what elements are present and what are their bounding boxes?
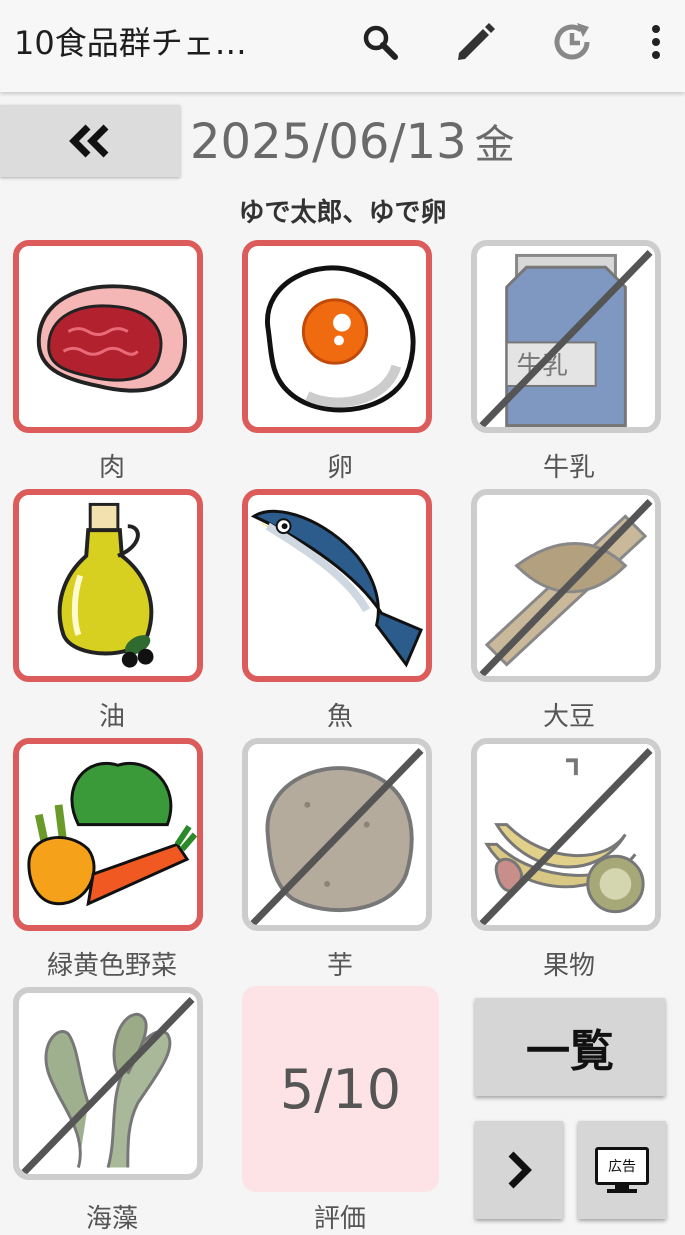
food-tile-soybean[interactable] (471, 489, 661, 682)
fruit-icon (479, 748, 653, 925)
prev-day-button[interactable] (0, 105, 180, 177)
food-label-egg: 卵 (326, 453, 353, 483)
oil-bottle-icon (57, 502, 154, 668)
food-tile-oil[interactable] (13, 489, 203, 682)
food-label-seaweed: 海藻 (85, 1204, 138, 1234)
potato-icon (250, 748, 424, 925)
food-tile-fish[interactable] (242, 489, 432, 682)
food-label-milk: 牛乳 (542, 453, 595, 483)
edit-pencil-icon[interactable] (448, 14, 504, 70)
food-tile-vegetables[interactable] (13, 738, 203, 931)
ad-text: 広告 (595, 1147, 649, 1185)
date-display[interactable]: 2025/06/13 金 (190, 112, 515, 170)
chevron-right-icon (508, 1151, 532, 1189)
vegetables-icon (27, 762, 197, 907)
food-label-fruit: 果物 (542, 951, 595, 981)
fish-icon (250, 509, 424, 668)
seaweed-icon (21, 997, 195, 1174)
natto-soybean-icon (479, 499, 653, 676)
date-value: 2025/06/13 (190, 114, 467, 170)
food-label-soybean: 大豆 (542, 702, 595, 732)
app-bar: 10食品群チェ… (0, 0, 685, 92)
list-button[interactable]: 一覧 (475, 998, 665, 1096)
food-tile-fruit[interactable] (471, 738, 661, 931)
food-label-oil: 油 (98, 702, 125, 732)
food-tile-meat[interactable] (13, 240, 203, 433)
egg-icon (265, 265, 416, 413)
double-chevron-left-icon (69, 124, 109, 158)
food-label-potato: 芋 (326, 951, 353, 981)
meat-icon (36, 284, 187, 393)
app-title: 10食品群チェ… (14, 24, 247, 62)
score-display: 5/10 (242, 986, 439, 1192)
search-icon[interactable] (352, 14, 408, 70)
meal-summary: ゆで太郎、ゆで卵 (238, 198, 447, 228)
more-vert-icon[interactable] (630, 14, 682, 70)
food-label-meat: 肉 (98, 453, 125, 483)
food-tile-potato[interactable] (242, 738, 432, 931)
milk-icon: 牛乳 (479, 250, 653, 427)
ad-button[interactable]: 広告 (578, 1121, 666, 1219)
next-day-button[interactable] (475, 1121, 563, 1219)
weekday: 金 (474, 122, 515, 168)
food-tile-milk[interactable]: 牛乳 (471, 240, 661, 433)
score-label: 評価 (313, 1204, 366, 1234)
food-tile-seaweed[interactable] (13, 987, 203, 1180)
history-icon[interactable] (544, 14, 600, 70)
monitor-ad-icon: 広告 (595, 1147, 649, 1193)
food-label-fish: 魚 (326, 702, 353, 732)
food-tile-egg[interactable] (242, 240, 432, 433)
food-label-vegetables: 緑黄色野菜 (46, 951, 177, 981)
